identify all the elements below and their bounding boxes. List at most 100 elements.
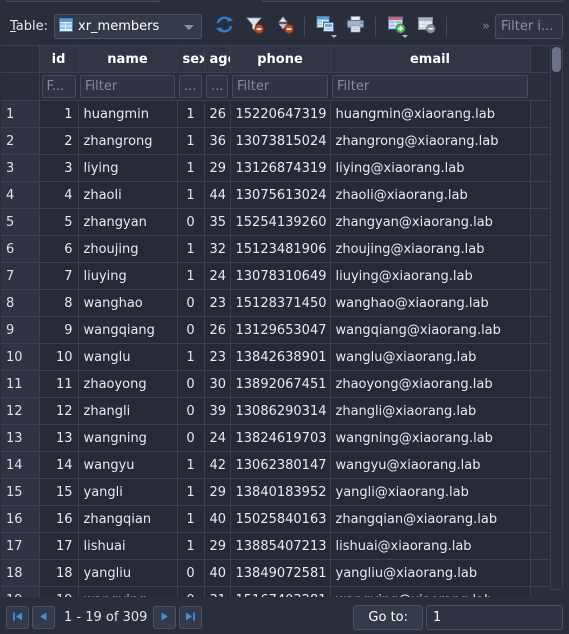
table-selector-combobox[interactable]: xr_members	[54, 14, 203, 39]
filter-cell-name[interactable]: Filter	[78, 72, 177, 101]
cell-phone[interactable]: 13126874319	[230, 154, 331, 182]
cell-email[interactable]: liuying@xiaorang.lab	[330, 262, 531, 290]
cell-phone[interactable]: 15167403281	[230, 586, 331, 597]
column-header-sex[interactable]: sex	[177, 45, 205, 73]
cell-sex[interactable]: 0	[177, 208, 205, 236]
table-row[interactable]: 18 18 yangliu 0 40 13849072581 yangliu@xiaoran…	[1, 559, 550, 587]
cell-age[interactable]: 35	[204, 208, 231, 236]
data-grid[interactable]: id name sex age phone email F... Filter	[0, 45, 569, 597]
filter-input[interactable]: Filter i...	[495, 14, 563, 39]
cell-name[interactable]: wangning	[78, 424, 178, 452]
cell-name[interactable]: liying	[78, 154, 178, 182]
cell-age[interactable]: 23	[204, 289, 231, 317]
cell-age[interactable]: 39	[204, 397, 231, 425]
cell-name[interactable]: huangmin	[78, 100, 178, 128]
row-number-cell[interactable]: 10	[1, 343, 40, 371]
cell-age[interactable]: 40	[204, 505, 231, 533]
cell-email[interactable]: wangying@xiaorang.lab	[330, 586, 531, 597]
cell-phone[interactable]: 13062380147	[230, 451, 331, 479]
cell-name[interactable]: yangli	[78, 478, 178, 506]
filter-input-name[interactable]: Filter	[80, 75, 175, 98]
filter-cell-email[interactable]: Filter	[330, 72, 530, 101]
row-number-cell[interactable]: 6	[1, 235, 40, 263]
toolbar-overflow-button[interactable]: »	[478, 19, 493, 34]
cell-age[interactable]: 24	[204, 424, 231, 452]
filter-input-id[interactable]: F...	[41, 75, 76, 98]
filter-button[interactable]	[240, 13, 268, 41]
table-row[interactable]: 1919wangying03115167403281wangying@xiaor…	[1, 586, 550, 597]
row-number-cell[interactable]: 18	[1, 559, 40, 587]
table-row[interactable]: 14 14 wangyu 1 42 13062380147 wangyu@xiaorang.…	[1, 451, 550, 479]
row-number-cell[interactable]: 1	[1, 100, 40, 128]
cell-name[interactable]: yangliu	[78, 559, 178, 587]
add-row-button[interactable]	[382, 13, 410, 41]
table-row[interactable]: 5 5 zhangyan 0 35 15254139260 zhangyan@xiaoran…	[1, 208, 550, 236]
cell-sex[interactable]: 0	[177, 559, 205, 587]
cell-age[interactable]: 24	[204, 262, 231, 290]
row-number-cell[interactable]: 5	[1, 208, 40, 236]
cell-sex[interactable]: 0	[177, 370, 205, 398]
table-row[interactable]: 6 6 zhoujing 1 32 15123481906 zhoujing@xiaoran…	[1, 235, 550, 263]
cell-id[interactable]: 17	[39, 532, 79, 560]
table-row[interactable]: 10 10 wanglu 1 23 13842638901 wanglu@xiaorang.…	[1, 343, 550, 371]
cell-id[interactable]: 15	[39, 478, 79, 506]
previous-page-button[interactable]	[32, 605, 55, 629]
cell-phone[interactable]: 13078310649	[230, 262, 331, 290]
cell-id[interactable]: 1	[39, 100, 79, 128]
cell-phone[interactable]: 13842638901	[230, 343, 331, 371]
cell-id[interactable]: 11	[39, 370, 79, 398]
row-number-cell[interactable]: 17	[1, 532, 40, 560]
cell-sex[interactable]: 1	[177, 262, 205, 290]
export-data-button[interactable]	[311, 13, 339, 41]
cell-email[interactable]: zhangyan@xiaorang.lab	[330, 208, 531, 236]
cell-name[interactable]: zhaoli	[78, 181, 178, 209]
cell-age[interactable]: 29	[204, 532, 231, 560]
cell-phone[interactable]: 13892067451	[230, 370, 331, 398]
cell-email[interactable]: yangliu@xiaorang.lab	[330, 559, 531, 587]
cell-age[interactable]: 26	[204, 100, 231, 128]
cell-age[interactable]: 32	[204, 235, 231, 263]
next-page-button[interactable]	[153, 605, 177, 629]
cell-name[interactable]: wangying	[78, 586, 178, 597]
cell-phone[interactable]: 15254139260	[230, 208, 331, 236]
print-button[interactable]	[341, 13, 369, 41]
row-number-cell[interactable]: 19	[1, 586, 40, 597]
cell-id[interactable]: 9	[39, 316, 79, 344]
row-number-cell[interactable]: 15	[1, 478, 40, 506]
cell-id[interactable]: 14	[39, 451, 79, 479]
column-header-phone[interactable]: phone	[230, 45, 331, 73]
cell-id[interactable]: 4	[39, 181, 79, 209]
table-row[interactable]: 12 12 zhangli 0 39 13086290314 zhangli@xiaoran…	[1, 397, 550, 425]
cell-name[interactable]: wangqiang	[78, 316, 178, 344]
cell-phone[interactable]: 13840183952	[230, 478, 331, 506]
cell-email[interactable]: huangmin@xiaorang.lab	[330, 100, 531, 128]
cell-age[interactable]: 23	[204, 343, 231, 371]
sort-button[interactable]	[270, 13, 298, 41]
vertical-scrollbar[interactable]	[550, 45, 563, 590]
goto-button[interactable]: Go to:	[353, 604, 423, 630]
cell-email[interactable]: lishuai@xiaorang.lab	[330, 532, 531, 560]
cell-phone[interactable]: 15123481906	[230, 235, 331, 263]
cell-name[interactable]: wanglu	[78, 343, 178, 371]
cell-phone[interactable]: 15025840163	[230, 505, 331, 533]
table-row[interactable]: 17 17 lishuai 1 29 13885407213 lishuai@xiaoran…	[1, 532, 550, 560]
filter-cell-age[interactable]: ...	[204, 72, 230, 101]
cell-phone[interactable]: 13075613024	[230, 181, 331, 209]
cell-age[interactable]: 42	[204, 451, 231, 479]
filter-input-phone[interactable]: Filter	[232, 75, 328, 98]
cell-email[interactable]: yangli@xiaorang.lab	[330, 478, 531, 506]
cell-name[interactable]: zhangrong	[78, 127, 178, 155]
row-number-cell[interactable]: 13	[1, 424, 40, 452]
row-number-cell[interactable]: 12	[1, 397, 40, 425]
cell-id[interactable]: 12	[39, 397, 79, 425]
cell-id[interactable]: 13	[39, 424, 79, 452]
cell-sex[interactable]: 0	[177, 397, 205, 425]
chevron-down-icon[interactable]	[331, 34, 338, 38]
cell-id[interactable]: 5	[39, 208, 79, 236]
cell-sex[interactable]: 1	[177, 343, 205, 371]
row-number-cell[interactable]: 14	[1, 451, 40, 479]
cell-id[interactable]: 8	[39, 289, 79, 317]
row-number-cell[interactable]: 16	[1, 505, 40, 533]
goto-page-input[interactable]: 1	[426, 604, 563, 630]
cell-name[interactable]: zhoujing	[78, 235, 178, 263]
